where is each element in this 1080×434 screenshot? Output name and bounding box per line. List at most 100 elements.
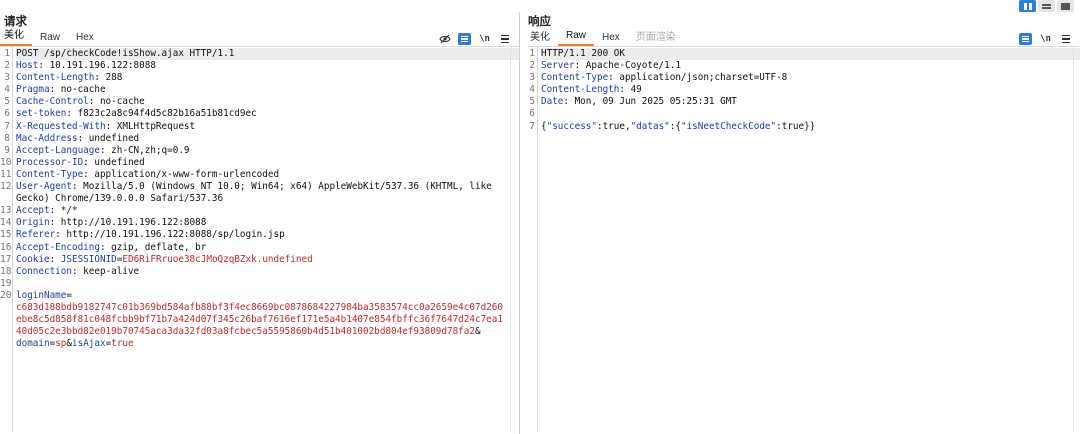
split-columns-icon[interactable]	[1019, 0, 1036, 12]
code-value: ED6RiFRruoe38cJMoQzqBZxk.undefined	[122, 253, 313, 265]
code-value: true	[111, 338, 134, 350]
wrap-lines-icon[interactable]	[458, 33, 471, 45]
code-key: Accept-Encoding	[16, 241, 100, 253]
request-code-line	[16, 278, 519, 290]
request-line-number	[0, 302, 12, 314]
response-tab-hex[interactable]: Hex	[594, 32, 628, 46]
request-code-line: set-token: f823c2a8c94f4d5c82b16a51b81cd…	[16, 108, 519, 120]
request-line-number: 10	[0, 156, 12, 168]
request-line-number: 19	[0, 277, 12, 289]
code-key: Content-Type	[541, 72, 609, 84]
request-line-number: 18	[0, 265, 12, 277]
menu-icon[interactable]	[498, 33, 511, 45]
code-text: : 288	[94, 72, 123, 84]
request-line-number	[0, 314, 12, 326]
code-text: : f823c2a8c94f4d5c82b16a51b81cd9ec	[66, 108, 257, 120]
code-key: Accept-Language	[16, 144, 100, 156]
code-key: Cookie	[16, 253, 50, 265]
split-rows-icon[interactable]	[1038, 0, 1055, 12]
request-tab-hex[interactable]: Hex	[68, 32, 102, 46]
request-line-number: 12	[0, 181, 12, 193]
newline-icon[interactable]: \n	[1039, 33, 1052, 45]
request-code-line: Gecko) Chrome/139.0.0.0 Safari/537.36	[16, 193, 519, 205]
code-text: : Mozilla/5.0 (Windows NT 10.0; Win64; x…	[71, 181, 492, 193]
code-key: Connection	[16, 265, 72, 277]
response-code-line: {"success":true,"datas":{"isNeetCheckCod…	[541, 121, 1080, 133]
code-text: : gzip, deflate, br	[99, 241, 207, 253]
request-line-number: 14	[0, 217, 12, 229]
menu-icon[interactable]	[1059, 33, 1072, 45]
response-tab-raw[interactable]: Raw	[558, 30, 595, 46]
newline-icon[interactable]: \n	[478, 33, 491, 45]
code-key: Cache-Control	[16, 96, 89, 108]
code-key: Mac-Address	[16, 132, 78, 144]
request-code-line: Host: 10.191.196.122:8088	[16, 60, 519, 72]
response-line-number: 6	[529, 108, 535, 120]
request-line-number: 5	[4, 96, 10, 108]
code-text: : undefined	[83, 156, 145, 168]
request-line-number: 8	[4, 132, 10, 144]
code-value: 40d05c2e3bbd82e019b70745aca3da32fd03a8fc…	[16, 326, 475, 338]
request-panel: 请求 美化 Raw Hex \n 1 2 3 4 5 6 7 8 9 10 11 12 13 14 15 16…	[0, 12, 520, 434]
request-code[interactable]: POST /sp/checkCode!isShow.ajax HTTP/1.1 H…	[13, 47, 519, 432]
request-code-line: POST /sp/checkCode!isShow.ajax HTTP/1.1	[16, 48, 519, 61]
code-key: Content-Length	[16, 72, 95, 84]
response-line-number: 2	[529, 60, 535, 72]
code-key: Pragma	[16, 84, 50, 96]
code-text: : Mon, 09 Jun 2025 05:25:31 GMT	[563, 96, 737, 108]
response-line-number: 7	[529, 120, 535, 132]
code-key: set-token	[16, 108, 67, 120]
code-text: :true,	[596, 120, 631, 132]
response-tab-pretty[interactable]: 美化	[528, 32, 558, 46]
request-toolbar: \n	[438, 33, 511, 45]
request-line-number: 16	[0, 241, 12, 253]
response-line-number: 5	[529, 96, 535, 108]
response-code[interactable]: HTTP/1.1 200 OK Server: Apache-Coyote/1.1…	[538, 47, 1080, 432]
request-code-line: Accept-Encoding: gzip, deflate, br	[16, 242, 519, 254]
request-line-number: 4	[4, 84, 10, 96]
code-text: Gecko) Chrome/139.0.0.0 Safari/537.36	[16, 193, 224, 205]
code-value: c683d188bdb9182747c01b369bd584afb88bf3f4…	[16, 301, 503, 313]
response-code-line: HTTP/1.1 200 OK	[541, 48, 1080, 61]
request-line-number: 13	[0, 205, 12, 217]
response-line-number: 4	[529, 84, 535, 96]
code-text: &	[474, 326, 481, 338]
code-key: Host	[16, 60, 39, 72]
response-scrollbar[interactable]	[1073, 47, 1074, 432]
request-line-number: 3	[4, 72, 10, 84]
request-editor[interactable]: 1 2 3 4 5 6 7 8 9 10 11 12 13 14 15 16 17 18 19 20 POST /sp…	[0, 47, 519, 432]
code-text: :{	[669, 120, 681, 132]
code-key: Processor-ID	[16, 156, 84, 168]
request-code-line: Accept: */*	[16, 205, 519, 217]
request-scrollbar[interactable]	[510, 47, 511, 432]
code-key: Origin	[16, 217, 50, 229]
response-tab-render[interactable]: 页面渲染	[628, 32, 684, 46]
code-key: isAjax	[72, 338, 106, 350]
request-tab-raw[interactable]: Raw	[32, 32, 68, 46]
code-key: "datas"	[630, 120, 670, 132]
code-text: : keep-alive	[71, 265, 140, 277]
single-view-icon[interactable]	[1057, 0, 1074, 12]
code-key: Content-Length	[541, 84, 620, 96]
request-line-number: 7	[4, 120, 10, 132]
wrap-lines-icon[interactable]	[1019, 33, 1032, 45]
code-key: User-Agent	[16, 181, 72, 193]
request-code-line: c683d188bdb9182747c01b369bd584afb88bf3f4…	[16, 302, 519, 314]
response-tabs: 美化 Raw Hex 页面渲染 \n	[528, 30, 1080, 47]
eye-off-icon[interactable]	[438, 33, 451, 45]
code-text: HTTP/1.1 200 OK	[541, 48, 625, 59]
response-line-number: 3	[529, 72, 535, 84]
response-editor[interactable]: 1234567 HTTP/1.1 200 OK Server: Apache-Co…	[528, 47, 1080, 432]
code-text: : XMLHttpRequest	[105, 120, 196, 132]
code-key: Referer	[16, 229, 56, 241]
request-code-line: Accept-Language: zh-CN,zh;q=0.9	[16, 145, 519, 157]
code-text: : application/x-www-form-urlencoded	[83, 168, 280, 180]
code-key: JSESSIONID	[60, 253, 117, 265]
request-code-line: Processor-ID: undefined	[16, 157, 519, 169]
request-tab-pretty[interactable]: 美化	[0, 30, 32, 46]
response-panel: 响应 美化 Raw Hex 页面渲染 \n 1234567 HTTP/1.1 2…	[528, 12, 1080, 434]
code-key: X-Requested-With	[16, 120, 106, 132]
code-text: : 10.191.196.122:8088	[38, 60, 156, 72]
code-text: :	[49, 253, 61, 265]
code-key: "isNeetCheckCode"	[680, 120, 777, 132]
